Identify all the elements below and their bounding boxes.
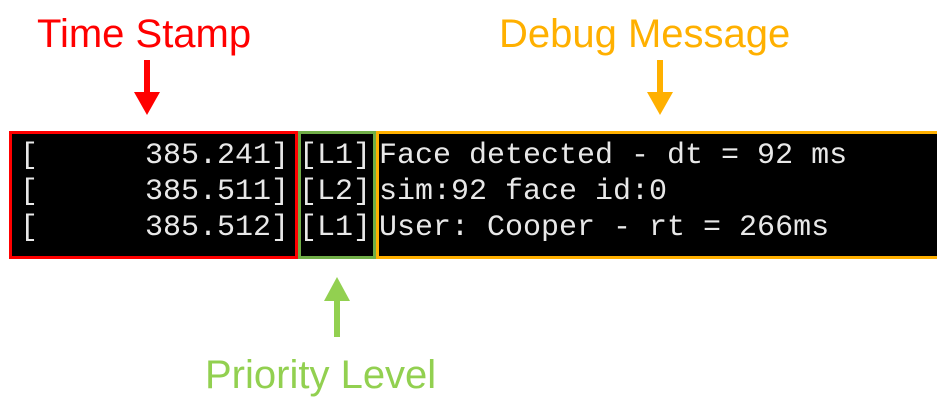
time-stamp-highlight-box <box>9 131 298 259</box>
priority-level-label: Priority Level <box>205 353 437 397</box>
time-stamp-label: Time Stamp <box>37 12 252 56</box>
priority-level-highlight-box <box>298 131 376 259</box>
debug-message-highlight-box <box>376 131 937 259</box>
priority-level-arrow-icon <box>324 277 350 337</box>
debug-message-label: Debug Message <box>499 12 791 56</box>
time-stamp-arrow-icon <box>134 60 160 115</box>
debug-message-arrow-icon <box>647 60 673 115</box>
